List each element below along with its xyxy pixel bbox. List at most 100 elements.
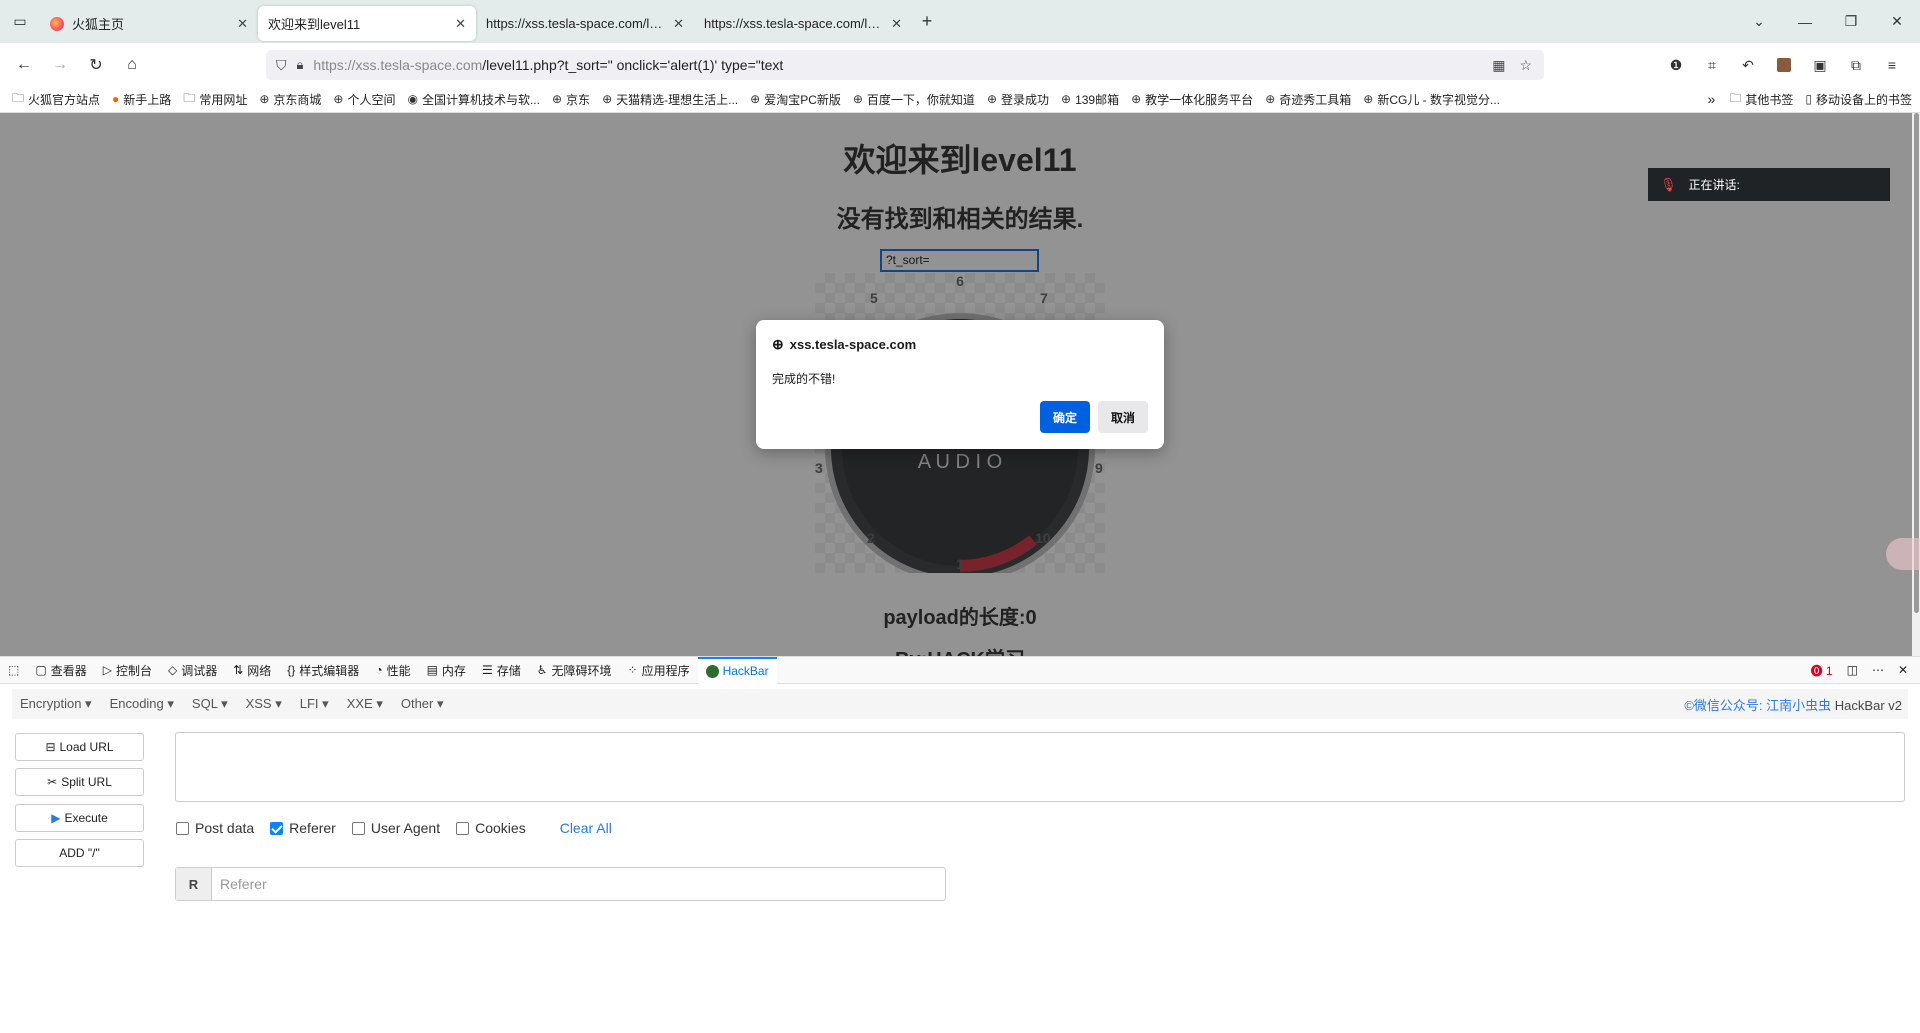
tab-level-4[interactable]: https://xss.tesla-space.com/level ✕ bbox=[694, 6, 912, 41]
cancel-button[interactable]: 取消 bbox=[1098, 401, 1148, 433]
tab-level11[interactable]: 欢迎来到level11 ✕ bbox=[258, 6, 476, 41]
menu-icon[interactable]: ≡ bbox=[1874, 50, 1910, 80]
avatar[interactable] bbox=[1766, 50, 1802, 80]
container-icon[interactable]: ▣ bbox=[1802, 50, 1838, 80]
split-url-button[interactable]: ✂︎ Split URL bbox=[15, 768, 144, 796]
menu-encoding[interactable]: Encoding ▾ bbox=[110, 696, 174, 712]
post-data-checkbox[interactable]: Post data bbox=[176, 820, 254, 836]
close-icon[interactable]: ✕ bbox=[891, 16, 902, 32]
credit-name[interactable]: 江南小虫虫 bbox=[1766, 698, 1831, 713]
chevron-down-icon[interactable]: ⌄ bbox=[1736, 13, 1782, 30]
checkbox-box[interactable] bbox=[176, 821, 189, 835]
menu-sql[interactable]: SQL ▾ bbox=[192, 696, 228, 712]
url-textarea[interactable] bbox=[175, 732, 1905, 802]
bookmark-item[interactable]: ⊕ 登录成功 bbox=[987, 91, 1049, 108]
menu-xss[interactable]: XSS ▾ bbox=[246, 696, 282, 712]
floating-translate-button[interactable] bbox=[1886, 538, 1920, 570]
tab-debugger[interactable]: ◇ 调试器 bbox=[160, 657, 225, 684]
password-manager-icon[interactable]: ❶ bbox=[1658, 50, 1694, 80]
new-tab-icon[interactable]: + bbox=[912, 11, 942, 32]
tab-firefox-home[interactable]: 火狐主页 ✕ bbox=[40, 6, 258, 41]
screenshot-icon[interactable]: ⌗ bbox=[1694, 50, 1730, 80]
bookmark-item[interactable]: ⊕ 天猫精选-理想生活上... bbox=[602, 91, 738, 108]
globe-icon: ⊕ bbox=[333, 92, 344, 106]
pick-element-icon[interactable]: ⬚ bbox=[0, 657, 27, 684]
tab-accessibility[interactable]: ♿︎ 无障碍环境 bbox=[529, 657, 620, 684]
ok-button[interactable]: 确定 bbox=[1040, 401, 1090, 433]
extensions-icon[interactable]: ⧉ bbox=[1838, 50, 1874, 80]
reload-icon[interactable]: ↻ bbox=[78, 55, 114, 75]
address-bar[interactable]: ⛉ 🔒︎ https://xss.tesla-space.com/level11… bbox=[266, 50, 1544, 80]
memory-icon: ▤ bbox=[426, 663, 438, 677]
close-icon[interactable]: ✕ bbox=[673, 16, 684, 32]
bookmark-item[interactable]: ⊕ 爱淘宝PC新版 bbox=[750, 91, 841, 108]
close-window-icon[interactable]: ✕ bbox=[1874, 13, 1920, 30]
referer-input[interactable]: Referer bbox=[212, 868, 945, 900]
dock-icon[interactable]: ◫ bbox=[1847, 663, 1858, 677]
shield-icon[interactable]: ⛉ bbox=[276, 57, 287, 74]
bookmark-item[interactable]: ⊕ 京东商城 bbox=[259, 91, 321, 108]
clear-all-link[interactable]: Clear All bbox=[560, 820, 612, 836]
tab-application[interactable]: ⁘ 应用程序 bbox=[620, 657, 698, 684]
bookmark-item[interactable]: ⊕ 京东 bbox=[552, 91, 590, 108]
menu-encryption[interactable]: Encryption ▾ bbox=[20, 696, 92, 712]
referer-checkbox[interactable]: Referer bbox=[270, 820, 336, 836]
load-icon: ⊟ bbox=[45, 740, 56, 754]
close-devtools-icon[interactable]: ✕ bbox=[1898, 663, 1908, 677]
tab-storage[interactable]: ☰ 存储 bbox=[474, 657, 529, 684]
bookmark-star-icon[interactable]: ☆ bbox=[1519, 57, 1532, 74]
tab-hackbar[interactable]: HackBar bbox=[697, 656, 777, 684]
error-count-badge[interactable]: ⓿ 1 bbox=[1811, 662, 1833, 679]
tab-label: 无障碍环境 bbox=[551, 663, 612, 678]
credit-prefix[interactable]: ©微信公众号: bbox=[1684, 698, 1762, 713]
other-bookmarks[interactable]: 🗀 其他书签 bbox=[1729, 89, 1793, 110]
bookmark-item[interactable]: ⊕ 139邮箱 bbox=[1061, 91, 1119, 108]
tab-level-3[interactable]: https://xss.tesla-space.com/level ✕ bbox=[476, 6, 694, 41]
add-slash-button[interactable]: ADD "/" bbox=[15, 839, 144, 867]
back-icon[interactable]: ← bbox=[6, 56, 42, 74]
forward-icon[interactable]: → bbox=[42, 56, 78, 74]
checkbox-box[interactable] bbox=[456, 821, 470, 835]
mobile-bookmarks[interactable]: ▯ 移动设备上的书签 bbox=[1805, 91, 1912, 108]
menu-xxe[interactable]: XXE ▾ bbox=[347, 696, 383, 712]
tab-style-editor[interactable]: {} 样式编辑器 bbox=[279, 657, 367, 684]
load-url-button[interactable]: ⊟ Load URL bbox=[15, 733, 144, 761]
bookmark-label: 139邮箱 bbox=[1075, 92, 1120, 107]
page-scrollbar[interactable] bbox=[1912, 113, 1920, 656]
chevron-double-right-icon[interactable]: » bbox=[1708, 91, 1716, 107]
bookmark-item[interactable]: ⊕ 奇迹秀工具箱 bbox=[1265, 91, 1351, 108]
checkbox-box[interactable] bbox=[270, 821, 284, 835]
checkbox-box[interactable] bbox=[351, 821, 365, 835]
tab-network[interactable]: ⇅ 网络 bbox=[225, 657, 279, 684]
close-icon[interactable]: ✕ bbox=[237, 16, 248, 32]
close-icon[interactable]: ✕ bbox=[455, 16, 466, 32]
tab-performance[interactable]: ◔ 性能 bbox=[367, 657, 418, 684]
bookmark-item[interactable]: ◉ 全国计算机技术与软... bbox=[407, 91, 540, 108]
bookmark-item[interactable]: ⊕ 个人空间 bbox=[333, 91, 395, 108]
tab-memory[interactable]: ▤ 内存 bbox=[419, 657, 474, 684]
tab-list-icon[interactable]: ▭ bbox=[0, 0, 40, 43]
undo-icon[interactable]: ↶ bbox=[1730, 50, 1766, 80]
tab-console[interactable]: ▷ 控制台 bbox=[95, 657, 160, 684]
minimize-icon[interactable]: — bbox=[1782, 14, 1828, 30]
tab-inspector[interactable]: ▢ 查看器 bbox=[27, 657, 94, 684]
bookmark-item[interactable]: 🗀 常用网址 bbox=[183, 89, 247, 110]
bookmarks-bar: 🗀 火狐官方站点 ● 新手上路 🗀 常用网址 ⊕ 京东商城 ⊕ 个人空间 ◉ 全国计算机技术… bbox=[0, 86, 1920, 113]
more-options-icon[interactable]: ⋯ bbox=[1872, 663, 1884, 677]
bookmark-item[interactable]: 🗀 火狐官方站点 bbox=[12, 89, 100, 110]
bookmark-item[interactable]: ⊕ 新CG儿 - 数字视觉分... bbox=[1363, 91, 1500, 108]
tab-title: 欢迎来到level11 bbox=[268, 17, 361, 32]
qr-code-icon[interactable]: ▦ bbox=[1492, 57, 1505, 74]
menu-lfi[interactable]: LFI ▾ bbox=[300, 696, 329, 712]
bookmark-item[interactable]: ⊕ 百度一下，你就知道 bbox=[853, 91, 975, 108]
cookies-checkbox[interactable]: Cookies bbox=[456, 820, 526, 836]
folder-icon: 🗀 bbox=[1729, 90, 1742, 105]
execute-button[interactable]: ▶ Execute bbox=[15, 804, 144, 832]
menu-other[interactable]: Other ▾ bbox=[401, 696, 444, 712]
lock-icon[interactable]: 🔒︎ bbox=[297, 57, 304, 73]
home-icon[interactable]: ⌂ bbox=[114, 56, 150, 74]
bookmark-item[interactable]: ⊕ 教学一体化服务平台 bbox=[1131, 91, 1253, 108]
user-agent-checkbox[interactable]: User Agent bbox=[351, 820, 440, 836]
bookmark-item[interactable]: ● 新手上路 bbox=[112, 91, 171, 108]
restore-icon[interactable]: ❐ bbox=[1828, 13, 1874, 30]
